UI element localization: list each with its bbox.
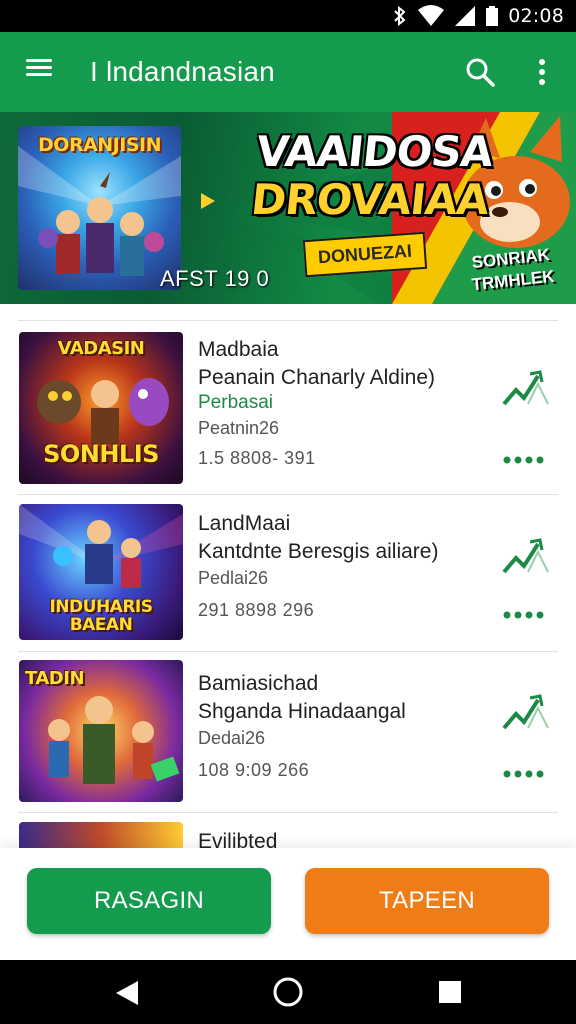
system-navigation-bar: [0, 960, 576, 1024]
thumbnail-label: INDUHARIS BAEAN: [49, 597, 153, 635]
home-icon[interactable]: [272, 976, 304, 1008]
game-subtitle: Peanain Chanarly Aldine): [198, 366, 435, 389]
app-bar: I lndandnasian: [0, 32, 576, 112]
game-title: LandMaai: [198, 512, 291, 535]
back-icon[interactable]: [114, 980, 140, 1006]
battery-icon: [486, 6, 499, 26]
game-thumbnail[interactable]: VADASIN SONHLIS: [19, 332, 183, 484]
banner-game-poster[interactable]: DORANJISIN: [18, 126, 181, 290]
trending-up-icon[interactable]: [498, 364, 552, 412]
game-stats: 291 8898 296: [198, 600, 315, 620]
thumbnail-top-label: TADIN: [25, 668, 85, 689]
banner-headline-line1: VAAIDOSA: [254, 127, 495, 176]
banner-headline: VAAIDOSA DROVAIAA: [248, 127, 496, 224]
game-stats: 108 9:09 266: [198, 760, 310, 780]
thumbnail-label: SONHLIS: [43, 440, 159, 468]
game-stats: 1.5 8808- 391: [198, 448, 316, 468]
thumbnail-top-label: VADASIN: [57, 338, 145, 359]
list-divider: [18, 494, 558, 495]
menu-icon[interactable]: [22, 55, 56, 89]
signal-icon: [455, 6, 476, 26]
game-title: Bamiasichad: [198, 672, 319, 695]
trending-up-icon[interactable]: [498, 532, 552, 580]
game-list-item[interactable]: TADIN Bamiasichad Shganda Hinadaangal De…: [0, 658, 576, 808]
game-list-item[interactable]: VADASIN SONHLIS Madbaia Peanain Chanarly…: [0, 328, 576, 488]
list-divider: [18, 651, 558, 652]
primary-orange-button[interactable]: TAPEEN: [305, 868, 549, 934]
game-subtitle: Kantdnte Beresgis ailiare): [198, 540, 439, 563]
play-arrow-icon: [201, 193, 215, 209]
game-thumbnail[interactable]: TADIN: [19, 660, 183, 802]
more-horiz-icon[interactable]: [502, 610, 544, 620]
wifi-icon: [418, 5, 445, 26]
search-icon[interactable]: [462, 54, 498, 90]
status-bar: 02:08: [0, 0, 576, 32]
more-vert-icon[interactable]: [528, 54, 556, 90]
game-date: Peatnin26: [198, 418, 280, 438]
game-list-item[interactable]: Evilibted: [0, 818, 576, 848]
status-time: 02:08: [508, 5, 564, 27]
list-divider: [18, 812, 558, 813]
banner-headline-line2: DROVAIAA: [248, 175, 491, 224]
game-thumbnail[interactable]: [19, 822, 183, 848]
game-list-item[interactable]: INDUHARIS BAEAN LandMaai Kantdnte Beresg…: [0, 502, 576, 646]
trending-up-icon[interactable]: [498, 688, 552, 736]
more-horiz-icon[interactable]: [502, 769, 544, 779]
game-thumbnail[interactable]: INDUHARIS BAEAN: [19, 504, 183, 640]
game-date: Pedlai26: [198, 568, 269, 588]
game-title: Madbaia: [198, 338, 279, 361]
game-category: Perbasai: [198, 392, 273, 413]
game-date: Dedai26: [198, 728, 266, 748]
primary-green-button[interactable]: RASAGIN: [27, 868, 271, 934]
status-icons: 02:08: [392, 0, 564, 32]
list-divider: [18, 320, 558, 321]
game-title: Evilibted: [198, 830, 278, 848]
recents-icon[interactable]: [438, 980, 462, 1004]
more-horiz-icon[interactable]: [502, 455, 544, 465]
bluetooth-icon: [394, 5, 406, 27]
banner-poster-title: DORANJISIN: [38, 134, 161, 156]
featured-banner[interactable]: DORANJISIN VAAIDOSA DROVAIAA DONUEZAI AF…: [0, 112, 576, 304]
game-subtitle: Shganda Hinadaangal: [198, 700, 406, 723]
banner-meta: AFST 19 0: [160, 266, 270, 291]
app-title: I lndandnasian: [90, 56, 275, 87]
